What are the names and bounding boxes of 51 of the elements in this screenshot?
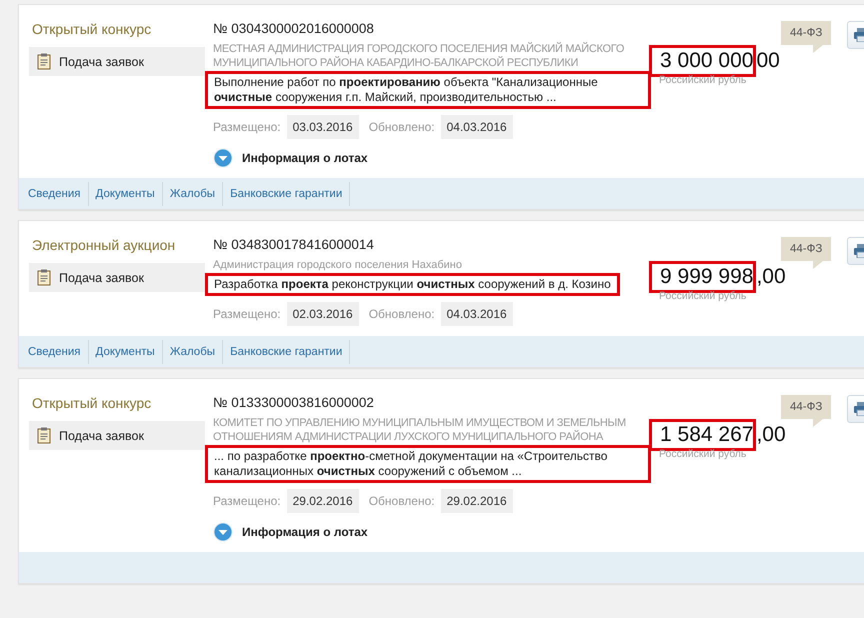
updated-label: Обновлено:: [368, 494, 435, 508]
posted-label: Размещено:: [213, 307, 281, 321]
price-fraction: 00: [756, 49, 780, 73]
currency-label: Российский рубль: [659, 74, 748, 86]
section-link[interactable]: Жалобы: [162, 182, 224, 206]
expand-icon: [213, 148, 233, 168]
section-link[interactable]: Документы: [88, 340, 163, 364]
lots-toggle[interactable]: Информация о лотах: [213, 522, 368, 542]
section-link[interactable]: Сведения: [21, 182, 89, 206]
customer-name: МЕСТНАЯ АДМИНИСТРАЦИЯ ГОРОДСКОГО ПОСЕЛЕНИЯ МАЙСКИЙ МАЙСКОГО МУНИЦИПАЛЬНОГО РАЙОНА КАБАРДИНО-БАЛКАРСКОЙ РЕСПУБЛИКИ: [213, 42, 626, 70]
updated-label: Обновлено:: [368, 120, 435, 134]
tag-tail: [813, 45, 824, 53]
notice-number[interactable]: № 0348300178416000014: [213, 237, 651, 252]
updated-date: 04.03.2016: [440, 115, 513, 139]
section-link[interactable]: Банковские гарантии: [223, 340, 350, 364]
price-fraction: ,00: [756, 423, 786, 447]
notice-number[interactable]: № 0304300002016000008: [213, 21, 651, 36]
notice-number[interactable]: № 0133300003816000002: [213, 395, 651, 410]
updated-date: 04.03.2016: [440, 302, 513, 326]
description: Выполнение работ по проектированию объекта "Канализационные очистные сооружения г.п. Майский, производительностью ...: [205, 71, 651, 109]
customer-name: КОМИТЕТ ПО УПРАВЛЕНИЮ МУНИЦИПАЛЬНЫМ ИМУЩЕСТВОМ И ЗЕМЕЛЬНЫМ ОТНОШЕНИЯМ АДМИНИСТРАЦИИ ЛУХСКОГО МУНИЦИПАЛЬНОГО РАЙОНА: [213, 416, 627, 444]
updated-label: Обновлено:: [368, 307, 435, 321]
posted-date: 03.03.2016: [286, 115, 359, 139]
expand-icon: [213, 522, 233, 542]
clipboard-icon: [37, 53, 51, 70]
section-link[interactable]: Жалобы: [162, 340, 224, 364]
customer-name: Администрация городского поселения Нахабино: [213, 258, 463, 272]
stage-text: Подача заявок: [59, 54, 144, 68]
description: Разработка проекта реконструкции очистных сооружений в д. Козино: [205, 273, 620, 296]
section-link[interactable]: Сведения: [21, 340, 89, 364]
posted-label: Размещено:: [213, 494, 281, 508]
clipboard-icon: [37, 269, 51, 286]
procedure-type: Открытый конкурс: [31, 395, 152, 411]
procedure-type: Электронный аукцион: [31, 237, 176, 253]
currency-label: Российский рубль: [659, 448, 748, 460]
procedure-type: Открытый конкурс: [31, 21, 152, 37]
updated-date: 29.02.2016: [440, 489, 513, 513]
tag-tail: [813, 261, 824, 269]
posted-label: Размещено:: [213, 120, 281, 134]
currency-label: Российский рубль: [659, 290, 748, 302]
posted-date: 02.03.2016: [286, 302, 359, 326]
stage-text: Подача заявок: [59, 270, 144, 284]
section-link[interactable]: Документы: [88, 182, 163, 206]
clipboard-icon: [37, 427, 51, 444]
section-link[interactable]: Банковские гарантии: [223, 182, 350, 206]
lots-toggle[interactable]: Информация о лотах: [213, 148, 368, 168]
stage-text: Подача заявок: [59, 428, 144, 442]
tag-tail: [813, 419, 824, 427]
description: ... по разработке проектно-сметной документации на «Строительство канализационных очистных сооружений с объемом ...: [205, 445, 651, 483]
price-fraction: ,00: [756, 265, 786, 289]
posted-date: 29.02.2016: [286, 489, 359, 513]
